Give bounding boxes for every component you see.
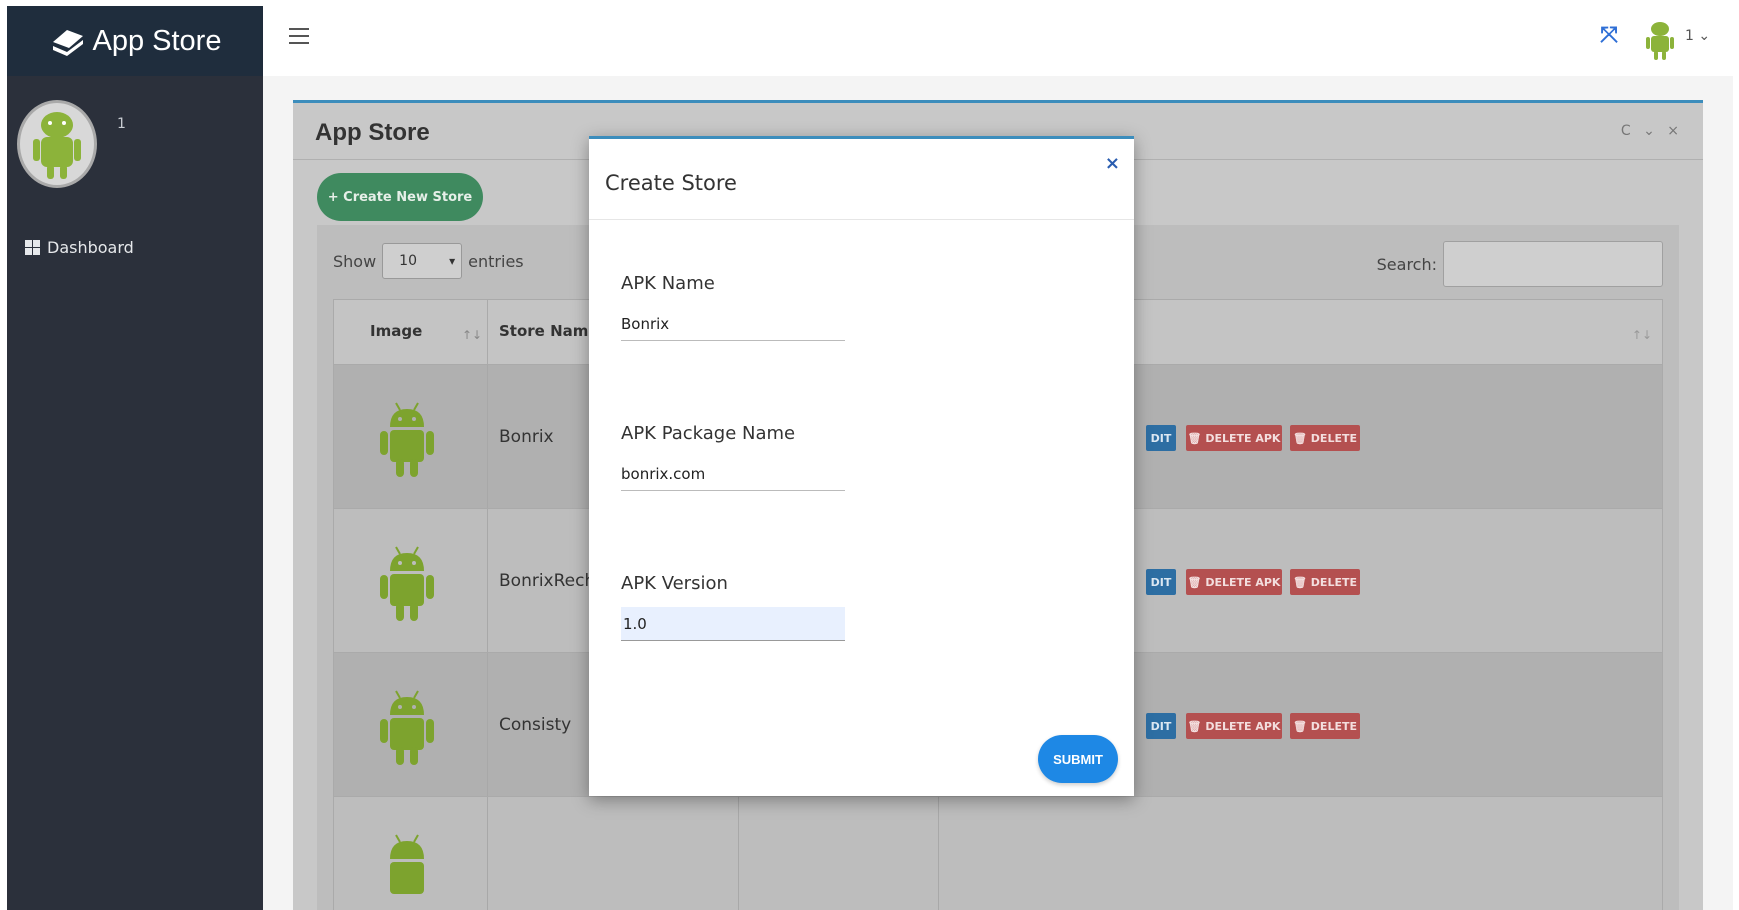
apk-package-name-input[interactable] (621, 457, 845, 491)
store-name: Consisty (499, 715, 572, 735)
hamburger-icon[interactable] (289, 26, 309, 46)
show-label: Show (333, 251, 377, 271)
fullscreen-icon[interactable]: ⤧ (1597, 24, 1621, 48)
sidebar-item-label: Dashboard (47, 238, 134, 257)
top-header: ⤧ 1 ⌄ (263, 6, 1733, 76)
modal-divider (589, 219, 1134, 220)
app-frame: App Store 1 Dashboard ⤧ 1 ⌄ App Store C … (7, 6, 1733, 910)
delete-button[interactable]: 🗑 DELETE (1290, 425, 1360, 451)
column-divider (738, 797, 739, 910)
delete-apk-button[interactable]: 🗑 DELETE APK (1186, 569, 1282, 595)
delete-button[interactable]: 🗑 DELETE (1290, 713, 1360, 739)
sort-icon[interactable]: ↑↓ (1632, 328, 1652, 342)
store-name: Bonrix (499, 427, 554, 447)
column-divider (487, 653, 488, 796)
header-user-name: 1 (1685, 28, 1694, 44)
edit-button[interactable]: DIT (1146, 569, 1176, 595)
brand-name: App Store (92, 24, 222, 57)
sort-icon[interactable]: ↑↓ (462, 328, 482, 342)
column-header-store-name[interactable]: Store Name (499, 322, 599, 340)
search-label: Search: (1376, 254, 1437, 274)
table-row (333, 797, 1663, 910)
close-icon[interactable]: × (1105, 153, 1120, 174)
column-divider (938, 797, 939, 910)
create-store-modal: Create Store × APK Name APK Package Name… (589, 136, 1134, 796)
android-icon (390, 834, 424, 894)
delete-button[interactable]: 🗑 DELETE (1290, 569, 1360, 595)
brand[interactable]: App Store (7, 6, 263, 76)
sidebar: App Store 1 Dashboard (7, 6, 263, 910)
apk-name-input[interactable] (621, 307, 845, 341)
user-panel: 1 (17, 100, 126, 188)
column-divider (487, 509, 488, 652)
header-user-menu[interactable]: 1 ⌄ (1685, 28, 1710, 44)
card-tools[interactable]: C ⌄ × (1621, 123, 1683, 139)
card-title: App Store (315, 119, 430, 146)
column-header-image[interactable]: Image (370, 322, 422, 340)
header-avatar[interactable] (1645, 20, 1675, 62)
android-avatar-icon (33, 112, 81, 179)
delete-apk-button[interactable]: 🗑 DELETE APK (1186, 425, 1282, 451)
apk-name-label: APK Name (621, 273, 715, 294)
android-icon (380, 402, 434, 477)
create-new-store-button[interactable]: + Create New Store (317, 173, 483, 221)
app-store-logo-icon (52, 30, 83, 56)
edit-button[interactable]: DIT (1146, 713, 1176, 739)
column-divider (487, 365, 488, 508)
apk-package-name-label: APK Package Name (621, 423, 796, 444)
column-divider (487, 797, 488, 910)
dashboard-icon (25, 240, 40, 255)
submit-button[interactable]: SUBMIT (1038, 735, 1118, 783)
store-name: BonrixRech (499, 571, 596, 591)
chevron-down-icon: ⌄ (1698, 28, 1711, 44)
column-divider (487, 300, 488, 366)
page-size-select[interactable]: 10 (382, 243, 463, 279)
delete-apk-button[interactable]: 🗑 DELETE APK (1186, 713, 1282, 739)
android-icon (380, 546, 434, 621)
apk-version-label: APK Version (621, 573, 728, 594)
sidebar-user-name: 1 (117, 116, 126, 132)
search-control: Search: (1377, 241, 1663, 287)
search-input[interactable] (1443, 241, 1663, 287)
edit-button[interactable]: DIT (1146, 425, 1176, 451)
modal-title: Create Store (605, 171, 737, 195)
entries-label: entries (468, 251, 524, 271)
sidebar-item-dashboard[interactable]: Dashboard (25, 238, 134, 257)
android-icon (380, 690, 434, 765)
apk-version-input[interactable] (621, 607, 845, 641)
page-size-control: Show 10 entries (333, 243, 524, 279)
avatar (17, 100, 97, 188)
